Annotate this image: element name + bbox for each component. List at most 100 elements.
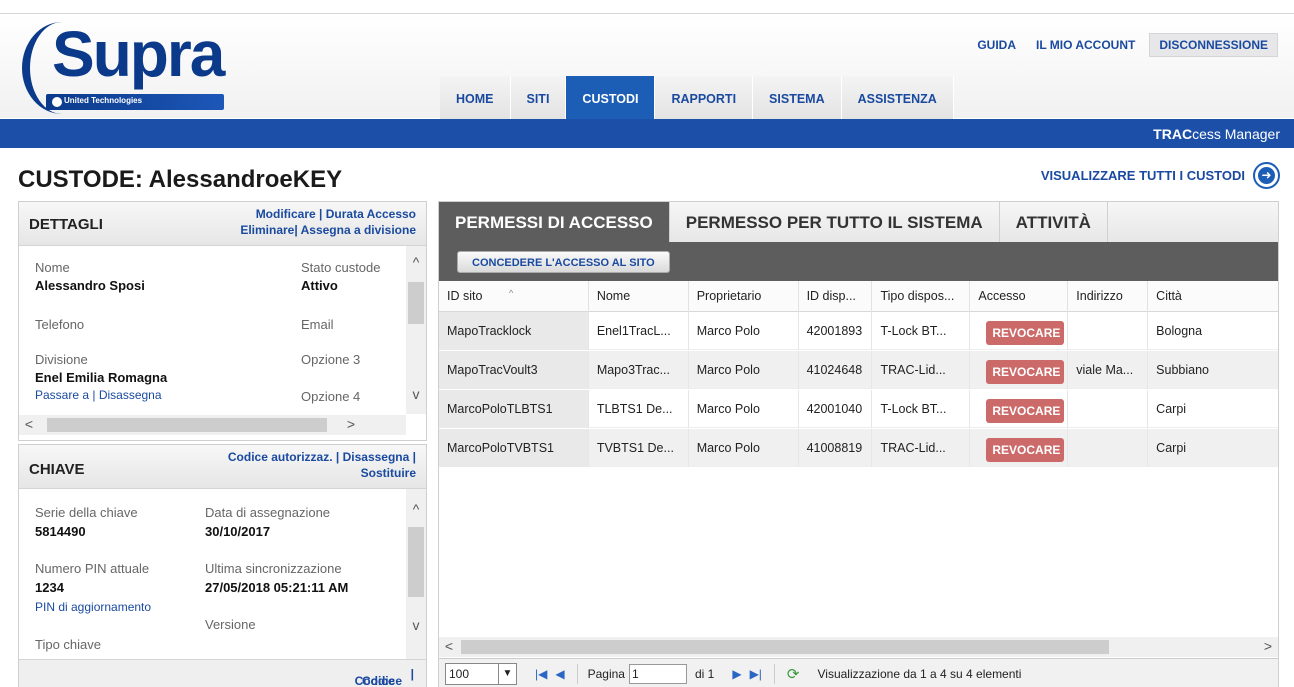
division-links: Passare a | Disassegna [35, 388, 162, 402]
chevron-right-icon[interactable]: > [341, 416, 361, 432]
col-name[interactable]: Nome [589, 281, 689, 312]
col-address[interactable]: Indirizzo [1068, 281, 1149, 312]
page-number-input[interactable]: 1 [628, 663, 687, 684]
assign-division-link[interactable]: Assegna a divisione [301, 223, 416, 237]
auth-code-link[interactable]: Codice autorizzaz. [228, 450, 333, 464]
revoke-button[interactable]: REVOCARE [986, 438, 1065, 462]
chevron-down-icon[interactable]: v [406, 386, 426, 402]
product-name-bold: TRAC [1153, 126, 1193, 142]
chevron-right-icon[interactable]: > [1258, 638, 1278, 654]
email-label: Email [301, 317, 334, 332]
grant-site-access-button[interactable]: CONCEDERE L'ACCESSO AL SITO [457, 251, 670, 273]
chevron-left-icon[interactable]: < [439, 638, 459, 654]
supra-logo[interactable]: Supra United Technologies [20, 16, 230, 116]
col-site-id[interactable]: ID sito ^ [439, 281, 589, 312]
version-label: Versione [205, 617, 256, 632]
nav-custodians[interactable]: CUSTODI [566, 76, 656, 119]
tab-activity[interactable]: ATTIVITÀ [1000, 202, 1108, 242]
refresh-icon[interactable]: ⟳ [787, 665, 800, 683]
revoke-button[interactable]: REVOCARE [986, 360, 1065, 384]
my-account-link[interactable]: IL MIO ACCOUNT [1036, 38, 1135, 52]
details-vscroll[interactable]: ^ v [406, 246, 426, 414]
cell-owner: Marco Polo [689, 429, 799, 467]
col-access[interactable]: Accesso [970, 281, 1069, 312]
cell-site-id: MarcoPoloTVBTS1 [439, 429, 589, 467]
last-page-icon[interactable]: ▶| [750, 667, 762, 681]
update-pin-link[interactable]: PIN di aggiornamento [35, 600, 151, 614]
division-value: Enel Emilia Romagna [35, 370, 168, 385]
logo-text: Supra [52, 18, 225, 90]
page-size-select[interactable]: 100 ▼ [445, 662, 517, 685]
nav-reports[interactable]: RAPPORTI [655, 76, 754, 119]
cell-name: TVBTS1 De... [589, 429, 689, 467]
view-all-custodians-link[interactable]: VISUALIZZARE TUTTI I CUSTODI ➜ [1041, 162, 1280, 189]
nav-system[interactable]: SISTEMA [753, 76, 842, 119]
table-row[interactable]: MapoTracklock Enel1TracL... Marco Polo 4… [439, 312, 1278, 350]
details-vscroll-thumb[interactable] [408, 282, 424, 324]
key-vscroll[interactable]: ^ v [406, 489, 426, 659]
key-panel: CHIAVE Codice autorizzaz. | Disassegna |… [18, 444, 427, 687]
pin-label: Numero PIN attuale [35, 561, 150, 576]
table-row[interactable]: MarcoPoloTVBTS1 TVBTS1 De... Marco Polo … [439, 429, 1278, 467]
nav-sites[interactable]: SITI [510, 76, 567, 119]
details-hscroll-thumb[interactable] [47, 418, 327, 432]
help-link[interactable]: GUIDA [977, 38, 1016, 52]
cell-device-id: 41024648 [799, 351, 873, 389]
next-page-icon[interactable]: ▶ [732, 667, 741, 681]
cell-site-id: MapoTracklock [439, 312, 589, 350]
col-device-type[interactable]: Tipo dispos... [872, 281, 971, 312]
col-owner[interactable]: Proprietario [689, 281, 799, 312]
grid-hscroll[interactable]: < > [439, 637, 1278, 657]
details-title: DETTAGLI [29, 216, 103, 233]
table-row[interactable]: MarcoPoloTLBTS1 TLBTS1 De... Marco Polo … [439, 390, 1278, 428]
logo-subtitle: United Technologies [64, 96, 143, 105]
delete-link[interactable]: Eliminare [240, 223, 294, 237]
grid-hscroll-thumb[interactable] [461, 640, 1109, 654]
view-all-label: VISUALIZZARE TUTTI I CUSTODI [1040, 168, 1245, 183]
utc-icon [52, 97, 62, 107]
tab-system-permissions[interactable]: PERMESSO PER TUTTO IL SISTEMA [670, 202, 1000, 242]
cell-owner: Marco Polo [689, 390, 799, 428]
cell-access: REVOCARE [970, 390, 1069, 428]
chevron-left-icon[interactable]: < [19, 416, 39, 432]
chevron-down-icon[interactable]: ▼ [498, 663, 516, 684]
revoke-button[interactable]: REVOCARE [986, 321, 1065, 345]
table-row[interactable]: MapoTracVoult3 Mapo3Trac... Marco Polo 4… [439, 351, 1278, 389]
col-device-id[interactable]: ID disp... [799, 281, 873, 312]
chevron-up-icon[interactable]: ^ [406, 501, 426, 517]
nav-home[interactable]: HOME [440, 76, 511, 119]
cell-site-id: MarcoPoloTLBTS1 [439, 390, 589, 428]
logout-button[interactable]: DISCONNESSIONE [1149, 33, 1278, 57]
assign-date-value: 30/10/2017 [205, 524, 271, 539]
chevron-down-icon[interactable]: v [406, 617, 426, 633]
modify-link[interactable]: Modificare [256, 207, 316, 221]
cell-city: Bologna [1156, 324, 1203, 338]
unassign-division-link[interactable]: Disassegna [99, 388, 162, 402]
option4-label: Opzione 4 [301, 389, 361, 404]
key-footer-links: Codice accesso | Codice di ... [355, 667, 414, 687]
revoke-button[interactable]: REVOCARE [986, 399, 1065, 423]
cell-device-id: 41008819 [799, 429, 873, 467]
serial-label: Serie della chiave [35, 505, 138, 520]
goto-division-link[interactable]: Passare a [35, 388, 89, 402]
details-hscroll[interactable]: < > [19, 415, 406, 435]
last-sync-value: 27/05/2018 05:21:11 AM [205, 580, 349, 595]
chevron-up-icon[interactable]: ^ [406, 254, 426, 270]
cell-owner: Marco Polo [689, 351, 799, 389]
tab-access-permissions[interactable]: PERMESSI DI ACCESSO [439, 202, 670, 242]
cell-device-type: T-Lock BT... [872, 390, 971, 428]
nav-support[interactable]: ASSISTENZA [841, 76, 954, 119]
cell-city: Carpi [1156, 441, 1187, 455]
pager-divider [773, 663, 775, 684]
key-type-label: Tipo chiave [35, 637, 101, 652]
unassign-key-link[interactable]: Disassegna [343, 450, 410, 464]
replace-key-link[interactable]: Sostituire [361, 466, 416, 480]
prev-page-icon[interactable]: ◀ [555, 667, 564, 681]
first-page-icon[interactable]: |◀ [535, 667, 547, 681]
col-site-id-label: ID sito [447, 289, 483, 303]
key-vscroll-thumb[interactable] [408, 527, 424, 597]
col-city[interactable]: Città [1148, 281, 1278, 312]
arrow-right-circle-icon[interactable]: ➜ [1253, 162, 1280, 189]
access-duration-link[interactable]: Durata Accesso [326, 207, 416, 221]
other-code-link[interactable]: Codice di ... [362, 674, 402, 687]
